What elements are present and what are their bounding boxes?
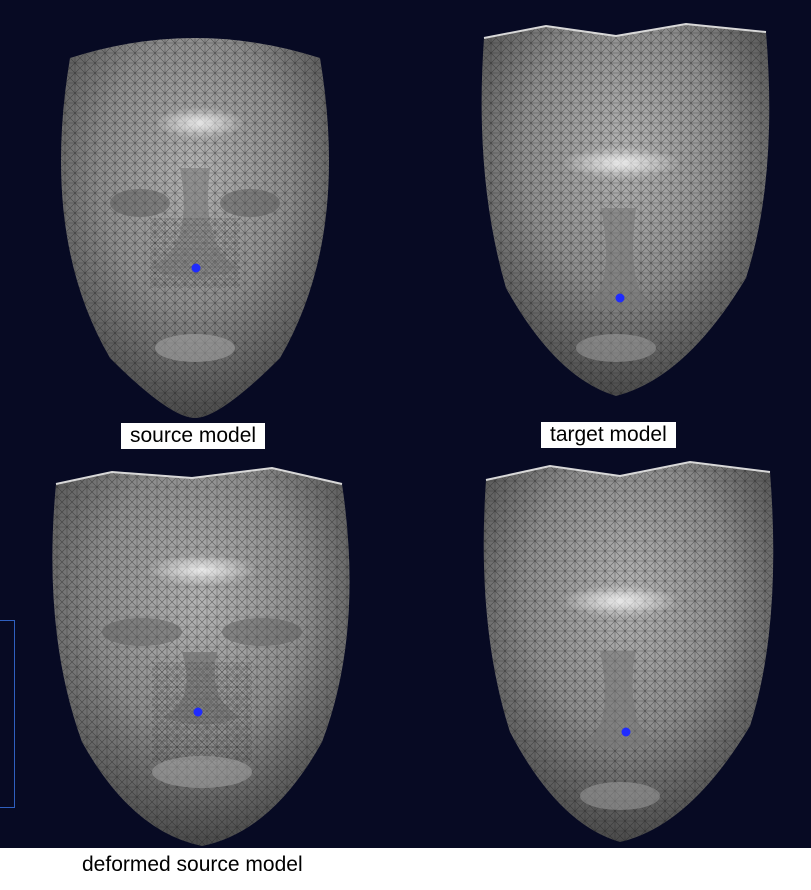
deformed-target-model-render [470,456,782,842]
render-canvas: source model target model [0,0,811,848]
landmark-marker [193,707,203,717]
source-model-render [50,18,340,418]
face-mesh-icon [481,22,770,396]
face-mesh-icon [61,38,329,418]
target-model-render [466,18,782,398]
target-model-caption: target model [541,422,676,448]
source-model-caption: source model [121,423,266,449]
landmark-marker [191,263,201,273]
deformed-source-model-render [42,462,362,846]
deformed-source-model-caption: deformed source model [82,853,303,876]
face-mesh-icon [483,460,774,842]
face-mesh-icon [52,466,350,846]
landmark-marker [621,727,631,737]
landmark-marker [615,293,625,303]
selection-bracket [0,620,15,808]
